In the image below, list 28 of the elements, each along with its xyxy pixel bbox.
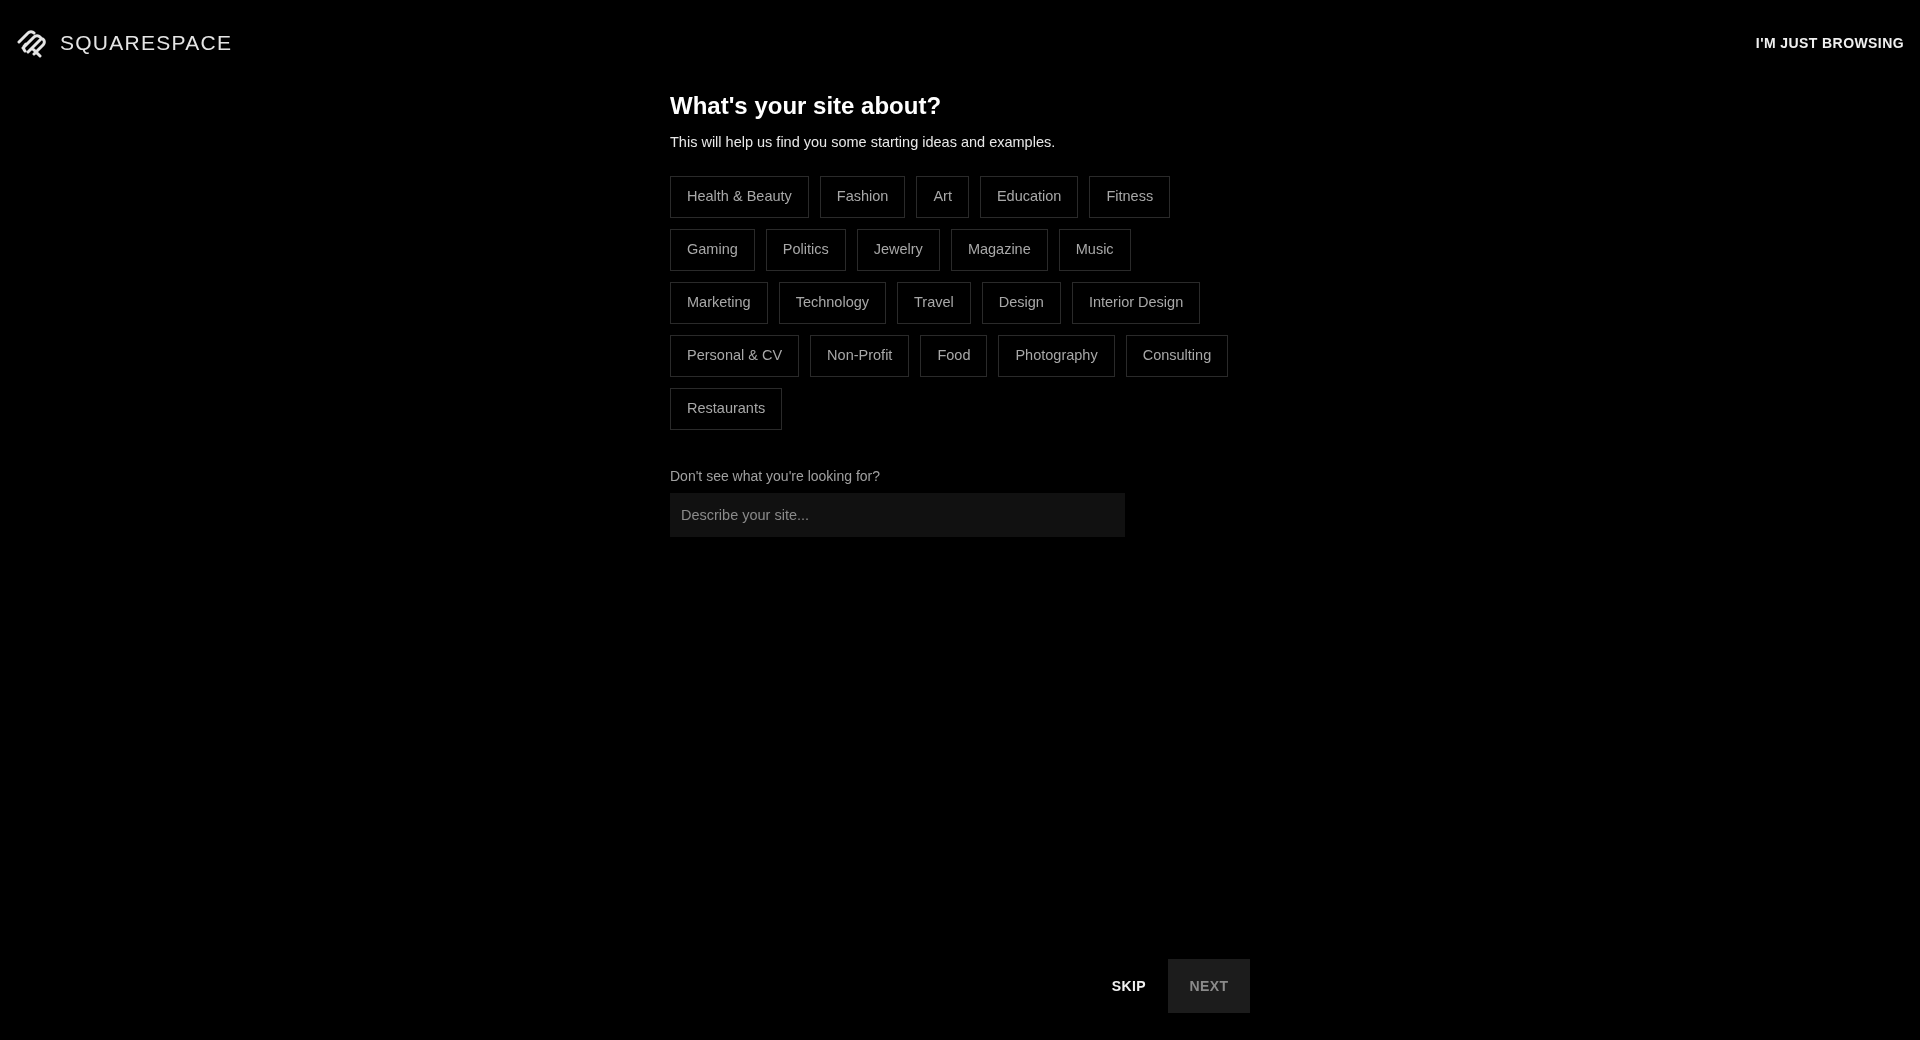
just-browsing-link[interactable]: I'M JUST BROWSING [1755, 32, 1904, 54]
category-chip[interactable]: Personal & CV [670, 334, 800, 377]
category-chip[interactable]: Marketing [670, 281, 768, 324]
category-chip[interactable]: Travel [897, 281, 971, 324]
category-chip[interactable]: Photography [998, 334, 1115, 377]
category-chip[interactable]: Jewelry [856, 228, 940, 271]
category-chip[interactable]: Interior Design [1071, 281, 1201, 324]
category-chip[interactable]: Magazine [950, 228, 1048, 271]
category-chip[interactable]: Fashion [819, 175, 906, 218]
category-chip[interactable]: Technology [778, 281, 887, 324]
category-chip[interactable]: Health & Beauty [670, 175, 809, 218]
category-chip[interactable]: Consulting [1125, 334, 1229, 377]
category-chip[interactable]: Restaurants [670, 387, 783, 430]
category-chip[interactable]: Politics [765, 228, 846, 271]
page-title: What's your site about? [670, 91, 943, 121]
category-chip[interactable]: Fitness [1089, 175, 1171, 218]
describe-label: Don't see what you're looking for? [670, 466, 882, 486]
logo-text[interactable]: SQUARESPACE [60, 27, 233, 59]
skip-button[interactable]: SKIP [1111, 975, 1146, 997]
category-chip[interactable]: Art [916, 175, 969, 218]
page-subtitle: This will help us find you some starting ideas and examples. [670, 133, 1057, 152]
category-chip[interactable]: Gaming [670, 228, 755, 271]
category-chip[interactable]: Music [1058, 228, 1131, 271]
category-chip[interactable]: Non-Profit [810, 334, 910, 377]
category-chip[interactable]: Education [979, 175, 1079, 218]
describe-field[interactable]: Describe your site... [670, 492, 1125, 537]
category-chip[interactable]: Design [981, 281, 1061, 324]
category-chip[interactable]: Food [920, 334, 988, 377]
